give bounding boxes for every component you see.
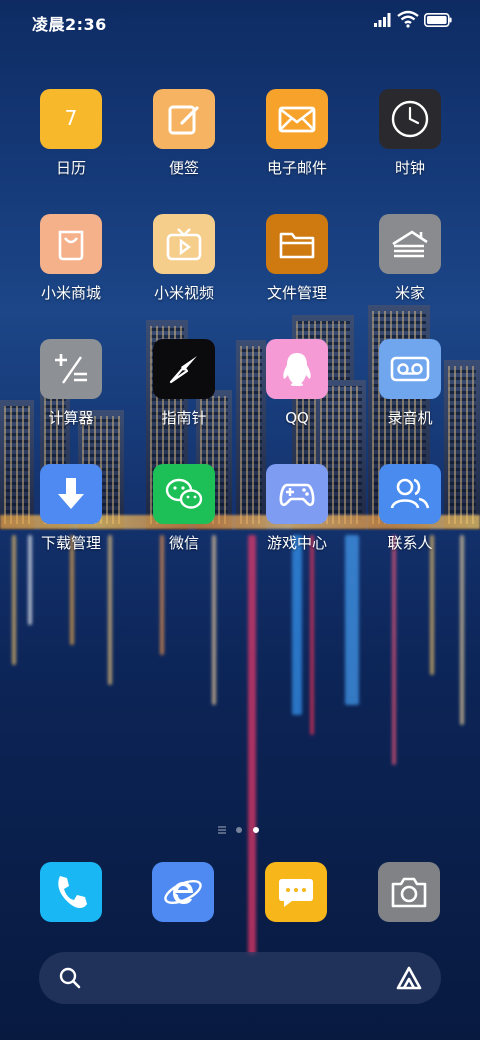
page-dot-active: [253, 827, 259, 833]
wifi-icon: [397, 10, 419, 28]
status-time: 凌晨2:36: [32, 15, 107, 34]
app-label: 小米视频: [153, 284, 214, 302]
app-mi-store[interactable]: 小米商城: [21, 214, 121, 302]
app-notes[interactable]: 便签: [134, 89, 234, 177]
notes-icon: [153, 89, 215, 149]
signal-icon: [374, 13, 391, 27]
dock-messages[interactable]: [265, 862, 327, 922]
wechat-icon: [153, 464, 215, 524]
app-mi-home[interactable]: 米家: [360, 214, 460, 302]
dock-phone[interactable]: [40, 862, 102, 922]
tv-play-icon: [153, 214, 215, 274]
app-calculator[interactable]: 计算器: [21, 339, 121, 427]
status-bar: 凌晨2:36: [0, 0, 480, 42]
calculator-icon: [40, 339, 102, 399]
mi-home-icon: [379, 214, 441, 274]
camera-icon: [391, 877, 427, 908]
penguin-icon: [266, 339, 328, 399]
compass-icon: [153, 339, 215, 399]
app-label: 电子邮件: [266, 159, 327, 177]
clock-icon: [379, 89, 441, 149]
search-icon[interactable]: [59, 967, 81, 989]
app-label: 指南针: [161, 409, 207, 427]
folder-icon: [266, 214, 328, 274]
app-label: 游戏中心: [266, 534, 327, 552]
dock-browser[interactable]: [152, 862, 214, 922]
calendar-icon: 7: [40, 89, 102, 149]
calendar-date: 7: [64, 106, 78, 130]
contacts-icon: [379, 464, 441, 524]
app-game-center[interactable]: 游戏中心: [247, 464, 347, 552]
app-clock[interactable]: 时钟: [360, 89, 460, 177]
dock-camera[interactable]: [378, 862, 440, 922]
mail-icon: [266, 89, 328, 149]
app-recorder[interactable]: 录音机: [360, 339, 460, 427]
shopping-bag-icon: [40, 214, 102, 274]
app-label: 联系人: [387, 534, 433, 552]
app-label: 小米商城: [40, 284, 101, 302]
gamepad-icon: [266, 464, 328, 524]
app-compass[interactable]: 指南针: [134, 339, 234, 427]
app-label: 时钟: [394, 159, 425, 177]
page-indicator[interactable]: [218, 825, 264, 835]
app-mi-video[interactable]: 小米视频: [134, 214, 234, 302]
browser-e-icon: [164, 879, 202, 905]
chat-bubble-icon: [279, 879, 313, 907]
search-bar[interactable]: [39, 952, 441, 1004]
app-wechat[interactable]: 微信: [134, 464, 234, 552]
download-arrow-icon: [40, 464, 102, 524]
page-list-icon: [218, 826, 226, 834]
app-label: 文件管理: [266, 284, 327, 302]
app-contacts[interactable]: 联系人: [360, 464, 460, 552]
voicemail-icon: [379, 339, 441, 399]
phone-icon: [58, 876, 87, 908]
battery-icon: [424, 13, 452, 27]
app-label: 下载管理: [40, 534, 101, 552]
app-file-manager[interactable]: 文件管理: [247, 214, 347, 302]
app-label: 日历: [55, 159, 86, 177]
app-email[interactable]: 电子邮件: [247, 89, 347, 177]
app-label: 米家: [394, 284, 425, 302]
xiaoai-assistant-icon[interactable]: [395, 965, 423, 991]
app-calendar[interactable]: 7 日历: [21, 89, 121, 177]
app-label: 便签: [168, 159, 199, 177]
app-label: QQ: [285, 409, 309, 427]
app-label: 计算器: [48, 409, 94, 427]
page-dot: [236, 827, 242, 833]
app-qq[interactable]: QQ: [247, 339, 347, 427]
app-label: 录音机: [387, 409, 433, 427]
app-label: 微信: [168, 534, 199, 552]
app-downloads[interactable]: 下载管理: [21, 464, 121, 552]
